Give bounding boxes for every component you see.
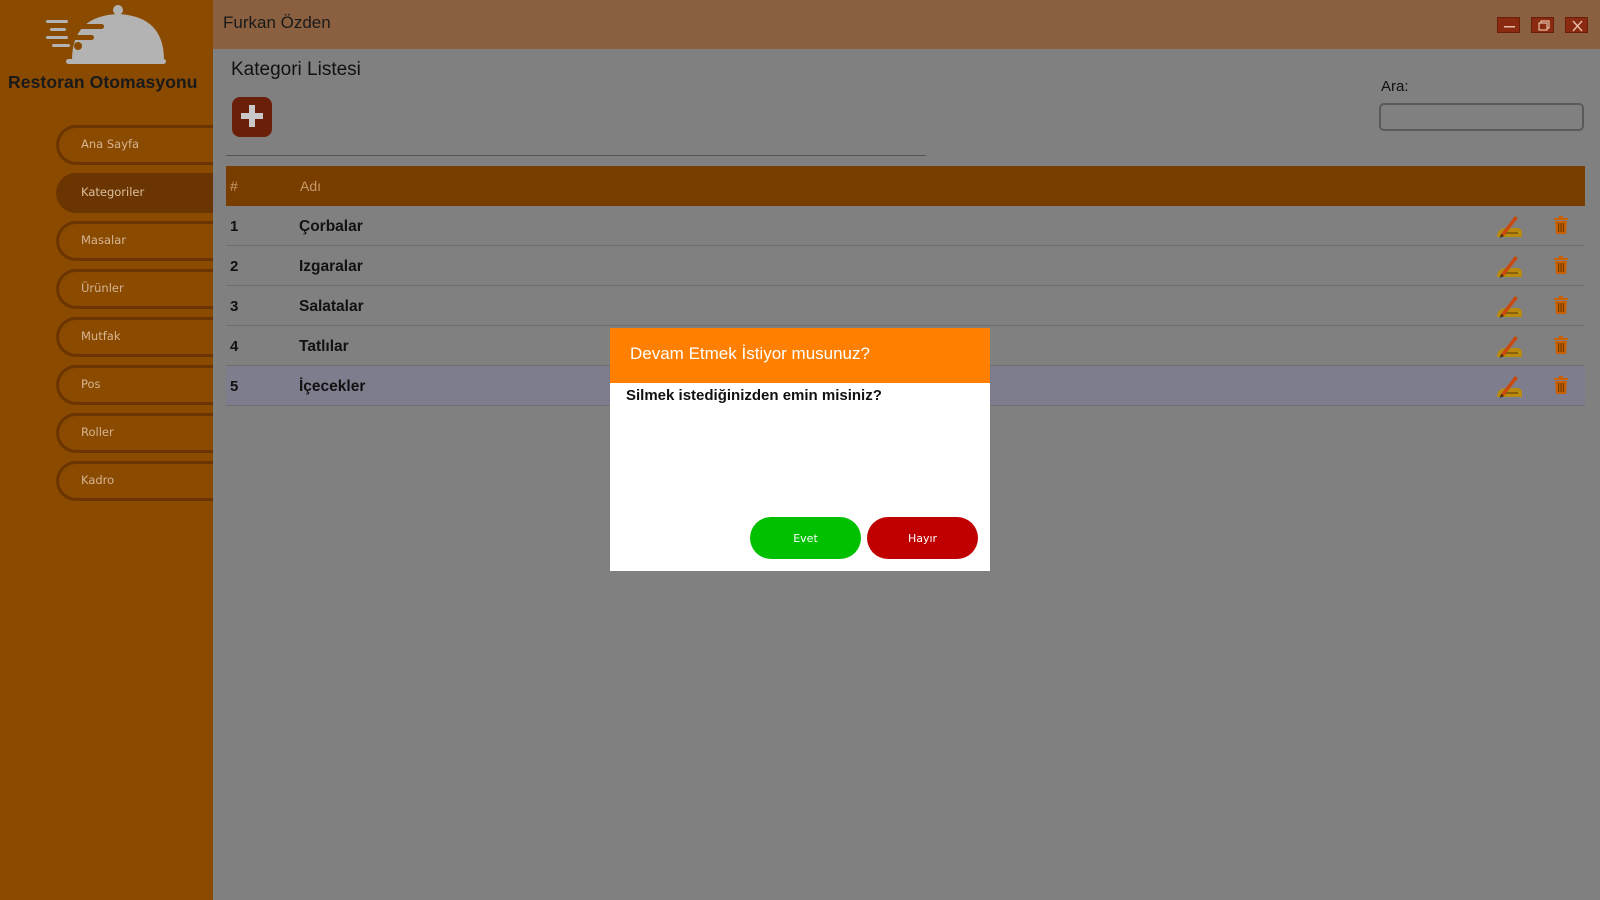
dialog-message: Silmek istediğinizden emin misiniz?: [626, 387, 882, 404]
sidebar-item-roller[interactable]: Roller: [56, 413, 213, 453]
row-number: 5: [230, 378, 239, 395]
divider: [226, 155, 926, 156]
sidebar-nav: Ana Sayfa Kategoriler Masalar Ürünler Mu…: [56, 125, 213, 509]
row-number: 2: [230, 258, 239, 275]
edit-icon[interactable]: [1495, 373, 1523, 399]
sidebar-item-label: Roller: [81, 425, 114, 439]
confirm-dialog: Devam Etmek İstiyor musunuz? Silmek iste…: [610, 328, 990, 571]
page-title: Kategori Listesi: [231, 59, 361, 80]
sidebar: Restoran Otomasyonu Ana Sayfa Kategorile…: [0, 0, 213, 900]
dialog-title: Devam Etmek İstiyor musunuz?: [630, 344, 870, 363]
edit-icon[interactable]: [1495, 213, 1523, 239]
sidebar-item-label: Ana Sayfa: [81, 137, 140, 151]
app-brand: Restoran Otomasyonu: [8, 72, 198, 92]
sidebar-item-label: Pos: [81, 377, 101, 391]
minimize-button[interactable]: [1497, 17, 1520, 33]
sidebar-item-kategoriler[interactable]: Kategoriler: [56, 173, 213, 213]
sidebar-item-label: Kategoriler: [81, 185, 145, 199]
minimize-icon: [1504, 26, 1515, 28]
row-name: İçecekler: [299, 378, 366, 395]
sidebar-item-mutfak[interactable]: Mutfak: [56, 317, 213, 357]
table-row[interactable]: 3 Salatalar: [226, 286, 1585, 326]
plus-icon: [241, 105, 263, 127]
edit-icon[interactable]: [1495, 333, 1523, 359]
no-button[interactable]: Hayır: [867, 517, 978, 559]
restore-icon: [1538, 20, 1550, 31]
dialog-header: Devam Etmek İstiyor musunuz?: [610, 328, 990, 383]
sidebar-item-label: Mutfak: [81, 329, 121, 343]
trash-icon[interactable]: [1553, 375, 1569, 395]
cloche-logo-icon: [46, 5, 166, 64]
sidebar-item-pos[interactable]: Pos: [56, 365, 213, 405]
trash-icon[interactable]: [1553, 295, 1569, 315]
table-row[interactable]: 2 Izgaralar: [226, 246, 1585, 286]
sidebar-item-ana-sayfa[interactable]: Ana Sayfa: [56, 125, 213, 165]
table-header: # Adı: [226, 166, 1585, 206]
row-number: 4: [230, 338, 239, 355]
sidebar-item-label: Masalar: [81, 233, 126, 247]
close-icon: [1572, 20, 1583, 32]
row-name: Salatalar: [299, 298, 364, 315]
edit-icon[interactable]: [1495, 253, 1523, 279]
sidebar-item-kadro[interactable]: Kadro: [56, 461, 213, 501]
trash-icon[interactable]: [1553, 215, 1569, 235]
title-bar: Furkan Özden: [213, 0, 1600, 49]
column-header-number: #: [230, 178, 238, 194]
column-header-name: Adı: [300, 178, 322, 194]
sidebar-item-label: Ürünler: [81, 281, 124, 295]
sidebar-item-urunler[interactable]: Ürünler: [56, 269, 213, 309]
row-name: Çorbalar: [299, 218, 363, 235]
user-name: Furkan Özden: [223, 13, 331, 32]
edit-icon[interactable]: [1495, 293, 1523, 319]
sidebar-item-label: Kadro: [81, 473, 115, 487]
close-button[interactable]: [1565, 17, 1588, 33]
table-row[interactable]: 1 Çorbalar: [226, 206, 1585, 246]
row-name: Izgaralar: [299, 258, 363, 275]
row-number: 3: [230, 298, 239, 315]
search-label: Ara:: [1381, 78, 1409, 95]
trash-icon[interactable]: [1553, 255, 1569, 275]
yes-button[interactable]: Evet: [750, 517, 861, 559]
row-name: Tatlılar: [299, 338, 349, 355]
search-input[interactable]: [1379, 103, 1584, 131]
row-number: 1: [230, 218, 239, 235]
sidebar-item-masalar[interactable]: Masalar: [56, 221, 213, 261]
add-category-button[interactable]: [232, 97, 272, 137]
maximize-button[interactable]: [1531, 17, 1554, 33]
trash-icon[interactable]: [1553, 335, 1569, 355]
